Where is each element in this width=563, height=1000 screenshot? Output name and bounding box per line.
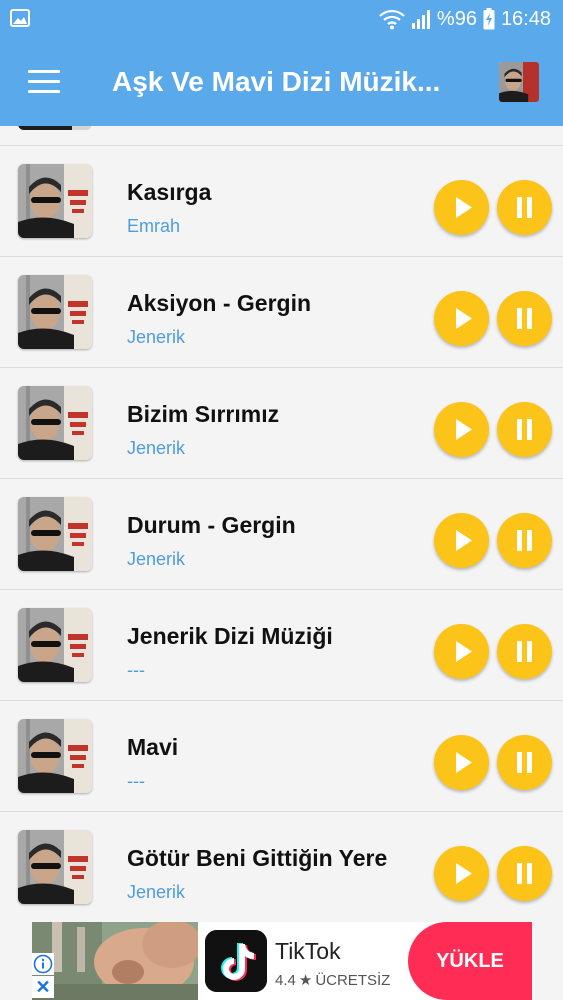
album-thumbnail <box>18 830 92 904</box>
pause-button[interactable] <box>497 624 552 679</box>
album-thumbnail <box>18 164 92 238</box>
song-artist: Jenerik <box>127 549 186 569</box>
clock: 16:48 <box>500 7 551 30</box>
ad-close-icon[interactable]: ✕ <box>32 976 54 998</box>
song-artist: Jenerik <box>127 327 186 347</box>
list-item[interactable]: Aksiyon - Gergin Jenerik <box>0 257 563 368</box>
play-button[interactable] <box>434 180 489 235</box>
gallery-icon <box>10 9 30 27</box>
album-thumbnail <box>18 608 92 682</box>
app-bar-cover-thumbnail[interactable] <box>499 62 539 102</box>
list-item[interactable]: Bizim Sırrımız Jenerik <box>0 368 563 479</box>
song-artist: Jenerik <box>127 438 186 458</box>
pause-button[interactable] <box>497 735 552 790</box>
battery-percent: %96 <box>436 7 477 30</box>
pause-button[interactable] <box>497 513 552 568</box>
ad-rating: 4.4 <box>275 971 296 989</box>
play-button[interactable] <box>434 624 489 679</box>
battery-charging-icon <box>483 8 495 30</box>
song-artist: --- <box>127 660 145 680</box>
ad-price: ÜCRETSİZ <box>315 971 391 989</box>
list-item[interactable]: Jenerik Dizi Müziği --- <box>0 590 563 701</box>
star-icon: ★ <box>298 972 313 989</box>
play-button[interactable] <box>434 846 489 901</box>
pause-button[interactable] <box>497 180 552 235</box>
status-bar: %96 16:48 <box>0 0 563 38</box>
song-title: Jenerik Dizi Müziği <box>127 623 333 649</box>
song-title: Kasırga <box>127 179 212 205</box>
ad-app-name[interactable]: TikTok <box>275 938 341 965</box>
song-artist: Emrah <box>127 216 181 236</box>
list-item[interactable]: Kasırga Emrah <box>0 146 563 257</box>
song-title: Bizim Sırrımız <box>127 401 280 427</box>
app-title: Aşk Ve Mavi Dizi Müzik... <box>112 66 441 97</box>
song-title: Götür Beni Gittiğin Yere <box>127 845 388 871</box>
album-thumbnail <box>18 275 92 349</box>
play-button[interactable] <box>434 513 489 568</box>
wifi-icon <box>379 9 405 30</box>
list-item[interactable]: Durum - Gergin Jenerik <box>0 479 563 590</box>
list-item[interactable]: Mavi --- <box>0 701 563 812</box>
play-button[interactable] <box>434 735 489 790</box>
play-button[interactable] <box>434 402 489 457</box>
song-title: Mavi <box>127 734 179 760</box>
pause-button[interactable] <box>497 402 552 457</box>
song-title: Aksiyon - Gergin <box>127 290 312 316</box>
album-thumbnail <box>18 719 92 793</box>
album-thumbnail <box>18 386 92 460</box>
app-bar: Aşk Ve Mavi Dizi Müzik... <box>0 38 563 126</box>
ad-install-button[interactable]: YÜKLE <box>408 922 532 1000</box>
tiktok-logo-icon[interactable] <box>205 930 267 992</box>
ad-preview-image[interactable] <box>32 922 198 1000</box>
song-artist: --- <box>127 771 145 791</box>
album-thumbnail <box>18 497 92 571</box>
song-list[interactable]: Kasırga Emrah Aksiyon - Gergin Jenerik B… <box>0 126 563 922</box>
ad-banner[interactable]: ✕ TikTok 4.4 ★ ÜCRETSİZ YÜKLE <box>32 922 532 1000</box>
play-button[interactable] <box>434 291 489 346</box>
pause-button[interactable] <box>497 846 552 901</box>
hamburger-menu-icon[interactable] <box>28 70 60 94</box>
list-item-partial[interactable] <box>0 126 563 146</box>
song-title: Durum - Gergin <box>127 512 296 538</box>
ad-info-icon[interactable] <box>32 953 54 975</box>
pause-button[interactable] <box>497 291 552 346</box>
ad-rating-row: 4.4 ★ ÜCRETSİZ <box>275 971 391 990</box>
song-artist: Jenerik <box>127 882 186 902</box>
list-item[interactable]: Götür Beni Gittiğin Yere Jenerik <box>0 812 563 922</box>
signal-icon <box>411 10 430 29</box>
album-thumbnail <box>18 126 92 130</box>
